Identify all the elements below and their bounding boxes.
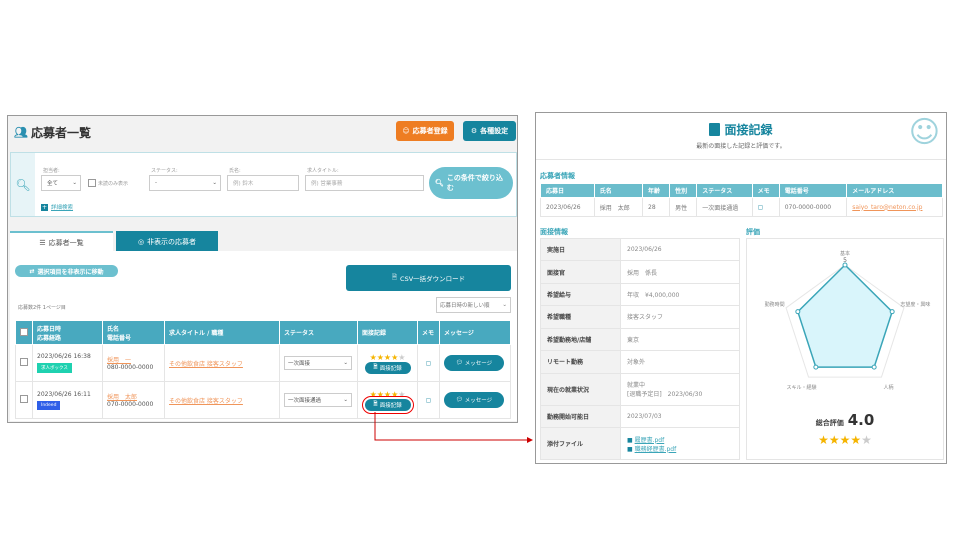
- field-value: 接客スタッフ: [620, 305, 740, 329]
- age: 28: [642, 197, 671, 217]
- field-value: 年収 ¥4,000,000: [620, 282, 740, 307]
- total-score: 4.0: [847, 411, 875, 429]
- col-age: 年齢: [642, 183, 671, 198]
- retirement-date: [退職予定日] 2023/06/30: [627, 391, 703, 399]
- field-label: リモート勤務: [540, 350, 621, 374]
- gender: 男性: [669, 197, 698, 217]
- radar-point: [871, 364, 877, 370]
- field-label: 希望勤務地/店舗: [540, 327, 621, 352]
- radar-scale-label: 5: [843, 257, 847, 264]
- field-label: 実施日: [540, 237, 621, 262]
- col-phone: 電話番号: [778, 183, 848, 198]
- attachment-link[interactable]: ■ 履歴書.pdf: [627, 435, 733, 444]
- field-label: 希望給与: [540, 282, 621, 307]
- evaluation-heading: 評価: [746, 228, 760, 236]
- record-subtitle: 最新の面接した記録と評価です。: [696, 143, 786, 150]
- field-value: 2023/06/26: [620, 237, 740, 262]
- radar-axis-label: 志望度・興味: [900, 301, 930, 308]
- col-memo: メモ: [751, 183, 780, 198]
- status: 一次面接通過: [696, 197, 753, 217]
- field-label: 勤務開始可能日: [540, 404, 621, 429]
- col-date: 応募日: [540, 183, 595, 198]
- table-row: 2023/06/26 採用 太郎 28 男性 一次面接通過 ▢ 070-0000…: [540, 197, 943, 217]
- field-label: 面接官: [540, 260, 621, 284]
- interview-record-screen: 面接記録 最新の面接した記録と評価です。 ☺ 応募者情報 応募日 氏名 年齢 性…: [535, 112, 947, 464]
- col-name: 氏名: [593, 183, 644, 198]
- radar-point: [889, 309, 895, 315]
- interview-info-heading: 面接情報: [540, 228, 568, 236]
- interview-info-table: 実施日 2023/06/26 面接官 採用 係長 希望給与 年収 ¥4,000,000…: [540, 237, 740, 460]
- field-value: 対象外: [620, 350, 740, 374]
- field-value: 2023/07/03: [620, 404, 740, 429]
- applicant-info-heading: 応募者情報: [540, 172, 575, 180]
- radar-axis-label: 基本: [840, 250, 850, 257]
- field-value: 採用 係長: [620, 260, 740, 284]
- record-title: 面接記録: [536, 121, 946, 138]
- record-book-icon: [709, 123, 721, 136]
- radar-point: [795, 309, 801, 315]
- radar-series-area: [796, 263, 894, 368]
- memo-icon[interactable]: ▢: [751, 197, 780, 217]
- radar-axis-label: 人柄: [883, 384, 893, 391]
- radar-chart: 基本志望度・興味人柄 スキル・経験 勤務時間 5: [765, 250, 931, 391]
- radar-axis-label: スキル・経験: [786, 384, 816, 391]
- field-label: 希望職種: [540, 305, 621, 329]
- applied-date: 2023/06/26: [540, 197, 595, 217]
- interviewer-illustration-icon: ☺: [908, 115, 940, 150]
- file-icon: ■: [627, 436, 633, 444]
- email-link[interactable]: saiyo_taro@neton.co.jp: [852, 204, 922, 211]
- field-label: 添付ファイル: [540, 427, 621, 460]
- total-rating-stars: ★★★★★: [818, 433, 872, 447]
- field-value: 就業中: [627, 382, 646, 390]
- attachment-link[interactable]: ■ 職務経歴書.pdf: [627, 444, 733, 453]
- col-email: メールアドレス: [846, 183, 943, 198]
- applicant-info-table: 応募日 氏名 年齢 性別 ステータス メモ 電話番号 メールアドレス 2023/…: [540, 183, 943, 217]
- applicant-name: 採用 太郎: [593, 197, 644, 217]
- radar-point: [813, 364, 819, 370]
- radar-axis-label: 勤務時間: [765, 301, 785, 308]
- phone: 070-0000-0000: [778, 197, 848, 217]
- col-gender: 性別: [669, 183, 698, 198]
- total-score-label: 総合評価: [815, 419, 844, 427]
- col-status: ステータス: [696, 183, 753, 198]
- field-value: 東京: [620, 327, 740, 352]
- field-label: 現在の就業状況: [540, 372, 621, 406]
- evaluation-panel: 基本志望度・興味人柄 スキル・経験 勤務時間 5 総合評価 4.0 ★★★★★: [746, 238, 944, 460]
- file-icon: ■: [627, 445, 633, 453]
